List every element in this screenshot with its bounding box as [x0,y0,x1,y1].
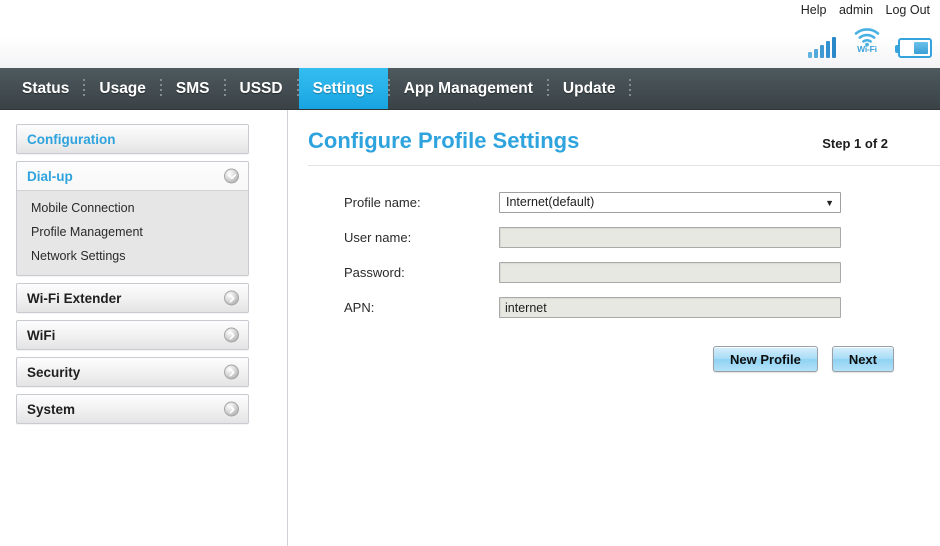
profile-settings-form: Profile name: Internet(default) ▼ User n… [308,192,940,372]
sidebar-subitem-mobile-connection[interactable]: Mobile Connection [17,196,248,220]
log-out-link[interactable]: Log Out [886,3,930,17]
step-indicator: Step 1 of 2 [822,136,888,151]
profile-name-select-wrapper: Internet(default) ▼ [499,192,841,213]
sidebar-subitem-profile-management[interactable]: Profile Management [17,220,248,244]
wifi-label: Wi-Fi [857,44,877,54]
profile-name-label: Profile name: [344,195,421,210]
main-content: Configure Profile Settings Step 1 of 2 P… [288,110,940,546]
sidebar-panel-wifi-extender: Wi-Fi Extender [16,283,249,313]
sidebar-submenu-dial-up: Mobile Connection Profile Management Net… [17,190,248,275]
help-link[interactable]: Help [801,3,827,17]
sidebar: Configuration Dial-up Mobile Connection … [0,110,288,546]
sidebar-item-dial-up[interactable]: Dial-up [17,162,248,190]
new-profile-button[interactable]: New Profile [713,346,818,372]
password-input[interactable] [499,262,841,283]
page-title: Configure Profile Settings [308,128,580,153]
wifi-icon: Wi-Fi [850,28,884,58]
sidebar-panel-system: System [16,394,249,424]
nav-separator [387,78,390,99]
sidebar-item-label: WiFi [27,327,56,343]
nav-item-app-management[interactable]: App Management [390,68,547,109]
sidebar-item-wifi[interactable]: WiFi [17,321,248,349]
sidebar-panel-wifi: WiFi [16,320,249,350]
profile-name-select[interactable]: Internet(default) [499,192,841,213]
utility-links: Help admin Log Out [792,3,930,17]
sidebar-panel-dial-up: Dial-up Mobile Connection Profile Manage… [16,161,249,276]
chevron-right-icon[interactable] [224,364,239,380]
sidebar-item-label: Wi-Fi Extender [27,290,122,306]
nav-separator [546,78,549,99]
chevron-right-icon[interactable] [224,327,239,343]
nav-item-settings[interactable]: Settings [298,68,388,109]
password-label: Password: [344,265,405,280]
nav-separator [159,78,162,99]
sidebar-item-security[interactable]: Security [17,358,248,386]
sidebar-item-label: Security [27,364,81,380]
nav-item-update[interactable]: Update [549,68,630,109]
sidebar-item-system[interactable]: System [17,395,248,423]
nav-separator [83,78,86,99]
battery-icon [895,38,932,58]
main-navigation-bar: Status Usage SMS USSD Settings App Manag… [0,68,940,110]
sidebar-item-configuration[interactable]: Configuration [17,125,248,153]
sidebar-item-label: System [27,401,76,417]
status-icon-group: Wi-Fi [808,28,932,58]
content-header: Configure Profile Settings Step 1 of 2 [308,128,940,166]
signal-bars-icon [808,36,836,58]
sidebar-panel-configuration: Configuration [16,124,249,154]
nav-item-sms[interactable]: SMS [162,68,224,109]
nav-separator [223,78,226,99]
nav-item-usage[interactable]: Usage [85,68,160,109]
nav-item-ussd[interactable]: USSD [226,68,297,109]
page-body: Configuration Dial-up Mobile Connection … [0,110,940,546]
battery-level-fill [913,42,928,54]
current-user-label: admin [838,3,874,17]
sidebar-subitem-network-settings[interactable]: Network Settings [17,244,248,268]
user-name-input[interactable] [499,227,841,248]
sidebar-panel-security: Security [16,357,249,387]
form-row-user-name: User name: [344,227,940,248]
top-header-bar: Help admin Log Out Wi-Fi [0,0,940,68]
nav-separator [629,78,632,99]
apn-label: APN: [344,300,375,315]
sidebar-item-label: Configuration [27,131,116,147]
chevron-right-icon[interactable] [224,290,239,306]
user-name-label: User name: [344,230,412,245]
nav-separator [296,78,299,99]
form-row-apn: APN: [344,297,940,318]
form-row-profile-name: Profile name: Internet(default) ▼ [344,192,940,213]
sidebar-item-wifi-extender[interactable]: Wi-Fi Extender [17,284,248,312]
form-actions: New Profile Next [344,346,940,372]
sidebar-item-label: Dial-up [27,168,73,184]
chevron-right-icon[interactable] [224,401,239,417]
next-button[interactable]: Next [831,346,894,372]
form-row-password: Password: [344,262,940,283]
chevron-down-icon[interactable] [224,168,239,184]
nav-item-status[interactable]: Status [8,68,83,109]
apn-input[interactable] [499,297,841,318]
